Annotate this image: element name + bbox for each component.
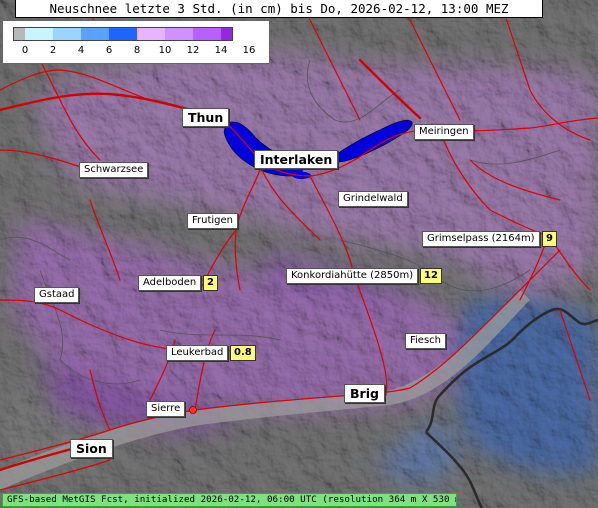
- legend-swatch: [109, 27, 137, 41]
- legend-tick-label: 4: [77, 45, 85, 56]
- legend-swatch: [25, 27, 53, 41]
- place-label[interactable]: Frutigen: [187, 213, 239, 229]
- place-label[interactable]: Schwarzsee: [79, 162, 149, 178]
- legend-swatch: [193, 27, 221, 41]
- legend-tick-label: 14: [214, 45, 228, 56]
- place-label[interactable]: Leukerbad: [166, 345, 229, 361]
- place-label[interactable]: Fiesch: [405, 333, 447, 349]
- place-label[interactable]: Konkordiahütte (2850m): [286, 268, 419, 284]
- place-label[interactable]: Grimselpass (2164m): [422, 231, 540, 247]
- place-label[interactable]: Grindelwald: [338, 191, 408, 207]
- place-label[interactable]: Sierre: [146, 401, 186, 417]
- snowfall-value-badge: 12: [420, 268, 442, 284]
- place-label[interactable]: Brig: [344, 384, 385, 403]
- legend-swatch: [81, 27, 109, 41]
- legend-tick-label: 12: [186, 45, 200, 56]
- place-label[interactable]: Adelboden: [138, 275, 202, 291]
- snowfall-map[interactable]: [0, 0, 598, 508]
- legend-tick-label: 10: [158, 45, 172, 56]
- legend-swatch: [221, 27, 233, 41]
- place-label[interactable]: Thun: [182, 108, 230, 127]
- place-label[interactable]: Interlaken: [254, 150, 339, 169]
- legend-swatch: [53, 27, 81, 41]
- map-title: Neuschnee letzte 3 Std. (in cm) bis Do, …: [15, 0, 543, 18]
- legend-swatch: [165, 27, 193, 41]
- color-legend: 0 2 4 6 8 10 12 14 16: [2, 20, 270, 64]
- legend-tick-label: 16: [242, 45, 256, 56]
- model-info-footer: GFS-based MetGIS Fcst, initialized 2026-…: [2, 493, 457, 507]
- place-label[interactable]: Sion: [70, 439, 113, 458]
- place-label[interactable]: Meiringen: [414, 124, 474, 140]
- snowfall-value-badge: 2: [203, 275, 218, 291]
- legend-swatch: [137, 27, 165, 41]
- snowfall-value-badge: 0.8: [230, 345, 256, 361]
- legend-tick-label: 8: [133, 45, 141, 56]
- legend-color-bar: [13, 27, 233, 41]
- snowfall-value-badge: 9: [542, 231, 557, 247]
- legend-tick-label: 2: [49, 45, 57, 56]
- legend-tick-label: 6: [105, 45, 113, 56]
- legend-swatch: [13, 27, 25, 41]
- place-label[interactable]: Gstaad: [34, 287, 80, 303]
- legend-tick-label: 0: [21, 45, 29, 56]
